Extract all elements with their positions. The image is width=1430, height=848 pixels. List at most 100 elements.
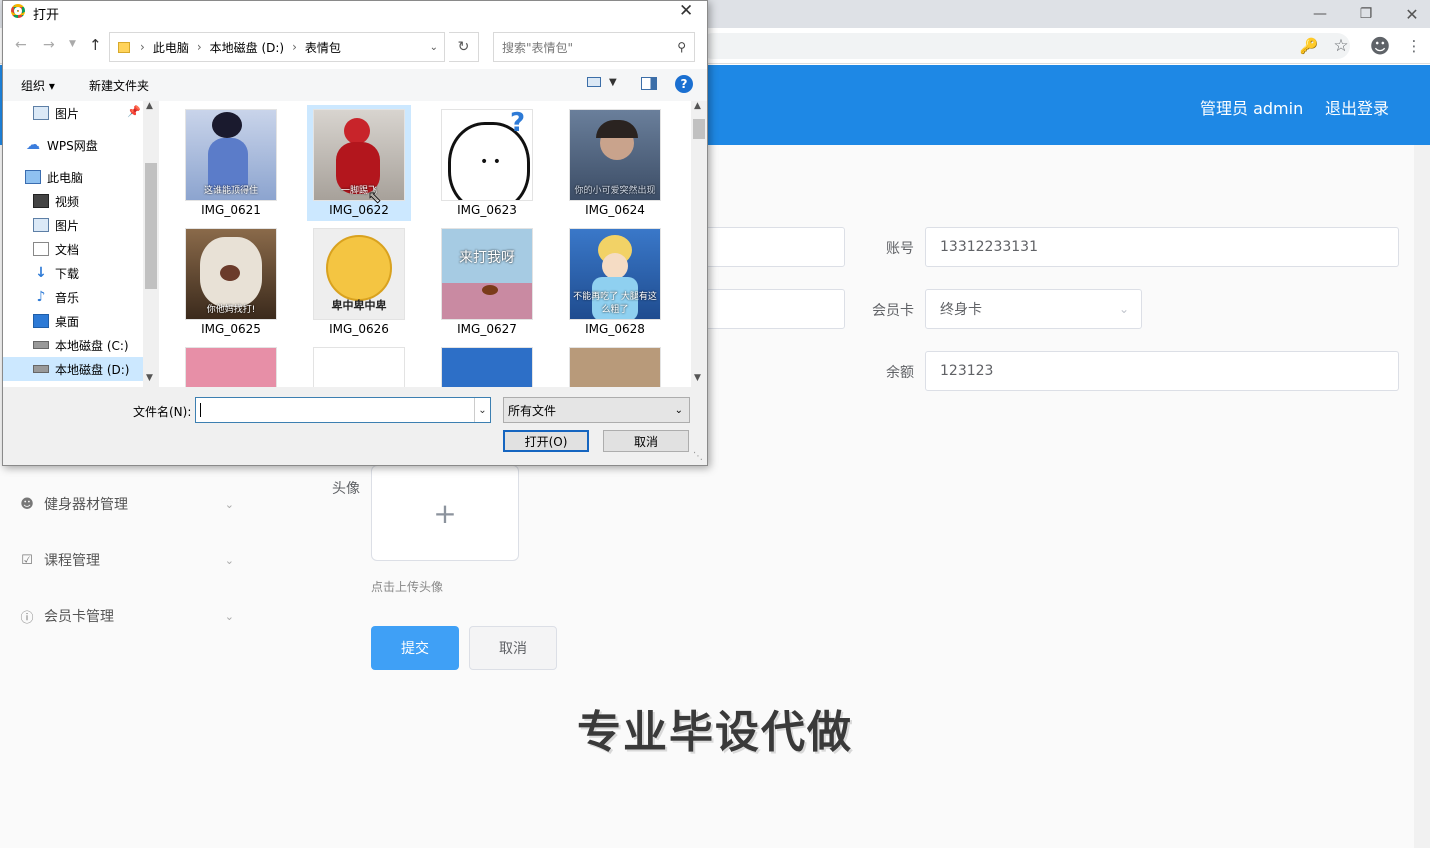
- nav-item-drive-d[interactable]: 本地磁盘 (D:): [3, 357, 143, 381]
- admin-label: 管理员 admin: [1200, 99, 1304, 118]
- hidden-left-input-2[interactable]: [700, 289, 845, 329]
- menu-dots-icon[interactable]: ⋮: [1402, 34, 1426, 58]
- preview-pane-icon[interactable]: [641, 77, 657, 90]
- breadcrumb-item[interactable]: 表情包: [305, 39, 341, 56]
- close-icon[interactable]: ✕: [679, 1, 693, 21]
- sidebar-item-equipment[interactable]: ☻ 健身器材管理 ⌄: [0, 484, 250, 524]
- profile-icon[interactable]: ☻: [1368, 34, 1392, 58]
- card-select[interactable]: 终身卡 ⌄: [925, 289, 1142, 329]
- file-name: IMG_0621: [201, 203, 261, 217]
- nav-item-label: 文档: [55, 242, 80, 257]
- file-item[interactable]: • • ? IMG_0623: [435, 105, 539, 221]
- dialog-commandbar: 组织 ▾ 新建文件夹 ▼ ?: [3, 69, 707, 101]
- view-options-icon[interactable]: [587, 77, 601, 87]
- nav-item-label: 本地磁盘 (C:): [55, 338, 129, 353]
- star-icon[interactable]: ☆: [1329, 34, 1353, 58]
- submit-button[interactable]: 提交: [371, 626, 459, 670]
- video-icon: [33, 194, 49, 208]
- file-item-selected[interactable]: 一脚踢飞 IMG_0622: [307, 105, 411, 221]
- up-icon[interactable]: ↑: [89, 36, 102, 54]
- nav-scroll-thumb[interactable]: [145, 163, 157, 289]
- file-item[interactable]: 你的小可爱突然出现 IMG_0624: [563, 105, 667, 221]
- close-window-icon[interactable]: ✕: [1389, 0, 1430, 28]
- thumbnail: 你的小可爱突然出现: [569, 109, 661, 201]
- breadcrumb[interactable]: › 此电脑 › 本地磁盘 (D:) › 表情包 ⌄: [109, 32, 445, 62]
- view-dropdown-icon[interactable]: ▼: [609, 77, 617, 88]
- organize-label: 组织: [21, 79, 46, 93]
- music-icon: ♪: [36, 289, 46, 305]
- sidebar-item-label: 会员卡管理: [44, 609, 114, 625]
- cursor-icon: ⬁: [367, 187, 383, 208]
- hidden-left-input-1[interactable]: [700, 227, 845, 267]
- filetype-value: 所有文件: [508, 403, 557, 418]
- nav-scrollbar[interactable]: ▲ ▼: [143, 101, 159, 387]
- nav-item-label: 图片: [55, 218, 80, 233]
- organize-menu[interactable]: 组织 ▾: [21, 77, 55, 94]
- nav-item-drive-c[interactable]: 本地磁盘 (C:): [33, 333, 143, 357]
- files-scrollbar[interactable]: ▲ ▼: [691, 101, 707, 387]
- forward-icon[interactable]: →: [43, 37, 55, 53]
- scroll-up-icon[interactable]: ▲: [146, 101, 153, 111]
- filename-label: 文件名(N):: [133, 405, 192, 419]
- scroll-down-icon[interactable]: ▼: [146, 373, 153, 383]
- filetype-select[interactable]: 所有文件 ⌄: [503, 397, 690, 423]
- file-item-partial[interactable]: [313, 347, 405, 387]
- back-icon[interactable]: ←: [15, 37, 27, 53]
- thumbnail: 卑中卑中卑: [313, 228, 405, 320]
- chrome-icon: [11, 4, 25, 18]
- sidebar-item-courses[interactable]: ☑ 课程管理 ⌄: [0, 540, 250, 580]
- navigation-pane: 图片 📌 ☁ WPS网盘 此电脑 视频 图片 文档 ↓ 下载 ♪ 音乐 桌面 本地磁盘…: [3, 101, 159, 387]
- new-folder-button[interactable]: 新建文件夹: [89, 77, 149, 94]
- open-button[interactable]: 打开(O): [503, 430, 589, 452]
- nav-item-label: 图片: [55, 106, 80, 121]
- filename-input[interactable]: ⌄: [195, 397, 491, 423]
- balance-input[interactable]: 123123: [925, 351, 1399, 391]
- avatar-upload[interactable]: +: [371, 465, 519, 561]
- breadcrumb-item[interactable]: 本地磁盘 (D:): [210, 39, 284, 56]
- page-scrollbar[interactable]: [1414, 145, 1430, 848]
- search-placeholder: 搜索"表情包": [502, 40, 574, 55]
- restore-icon[interactable]: ❐: [1343, 0, 1389, 28]
- nav-item-label: 本地磁盘 (D:): [55, 362, 130, 377]
- chevron-down-icon: ⌄: [224, 609, 234, 623]
- sidebar-item-label: 课程管理: [44, 553, 100, 569]
- form-cancel-button[interactable]: 取消: [469, 626, 557, 670]
- file-item[interactable]: 这谁能顶得住 IMG_0621: [179, 105, 283, 221]
- file-name: IMG_0626: [329, 322, 389, 336]
- history-dropdown-icon[interactable]: ▼: [69, 39, 76, 49]
- watermark-text: 专业毕设代做: [577, 707, 853, 758]
- address-bar[interactable]: [700, 33, 1350, 59]
- file-item[interactable]: 来打我呀 IMG_0627: [435, 224, 539, 340]
- refresh-icon[interactable]: ↻: [449, 32, 479, 62]
- dialog-cancel-button[interactable]: 取消: [603, 430, 689, 452]
- file-item[interactable]: 你他妈找打! IMG_0625: [179, 224, 283, 340]
- minimize-icon[interactable]: —: [1297, 0, 1343, 28]
- desktop-icon: [33, 314, 49, 328]
- thumbnail: 你他妈找打!: [185, 228, 277, 320]
- file-item-partial[interactable]: [185, 347, 277, 387]
- file-item[interactable]: 卑中卑中卑 IMG_0626: [307, 224, 411, 340]
- search-input[interactable]: 搜索"表情包" ⚲: [493, 32, 695, 62]
- avatar-hint: 点击上传头像: [371, 580, 444, 594]
- chevron-down-icon[interactable]: ⌄: [430, 42, 438, 53]
- breadcrumb-item[interactable]: 此电脑: [153, 39, 189, 56]
- files-scroll-thumb[interactable]: [693, 119, 705, 139]
- key-icon[interactable]: 🔑: [1297, 34, 1321, 58]
- sidebar-item-cards[interactable]: ⓘ 会员卡管理 ⌄: [0, 596, 250, 636]
- help-icon[interactable]: ?: [675, 75, 693, 93]
- help-circle-icon: ⓘ: [20, 610, 34, 626]
- avatar-label: 头像: [332, 481, 360, 497]
- logout-link[interactable]: 退出登录: [1325, 95, 1389, 119]
- resize-grip-icon[interactable]: ⋱: [693, 451, 703, 462]
- scroll-up-icon[interactable]: ▲: [694, 101, 701, 111]
- file-item-partial[interactable]: [441, 347, 533, 387]
- file-list-pane: 这谁能顶得住 IMG_0621 一脚踢飞 IMG_0622 • • ? IMG_…: [159, 101, 707, 387]
- file-item[interactable]: 不能再吃了 大腿有这么粗了 IMG_0628: [563, 224, 667, 340]
- file-item-partial[interactable]: [569, 347, 661, 387]
- account-input[interactable]: 13312233131: [925, 227, 1399, 267]
- file-open-dialog: 打开 ✕ ← → ▼ ↑ › 此电脑 › 本地磁盘 (D:) › 表情包 ⌄ ↻…: [2, 0, 708, 466]
- scroll-down-icon[interactable]: ▼: [694, 373, 701, 383]
- card-label: 会员卡: [872, 303, 914, 319]
- chevron-down-icon[interactable]: ⌄: [474, 398, 490, 422]
- pictures-icon: [33, 106, 49, 120]
